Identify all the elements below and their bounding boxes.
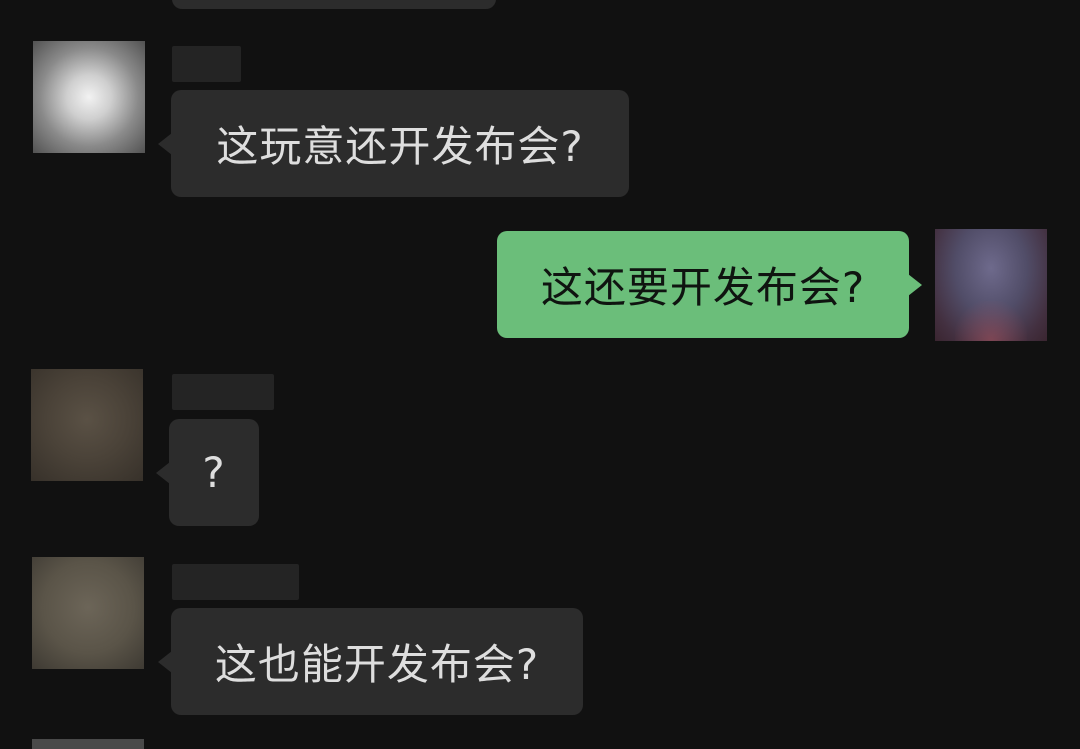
message-bubble-incoming[interactable]: ? xyxy=(156,419,259,526)
message-bubble-incoming[interactable]: 这玩意还开发布会? xyxy=(158,90,629,197)
message-text: 这也能开发布会? xyxy=(214,640,540,689)
avatar-self[interactable] xyxy=(935,229,1047,341)
message-text: ? xyxy=(202,448,226,497)
sender-name-redacted xyxy=(172,374,274,410)
message-bubble-incoming[interactable]: 这也能开发布会? xyxy=(158,608,583,715)
message-bubble-outgoing[interactable]: 这还要开发布会? xyxy=(497,231,922,338)
sender-name-redacted xyxy=(172,46,241,82)
avatar[interactable] xyxy=(31,369,143,481)
sender-name-redacted xyxy=(172,564,299,600)
avatar[interactable] xyxy=(32,557,144,669)
avatar[interactable] xyxy=(33,41,145,153)
message-text: 这还要开发布会? xyxy=(540,263,866,312)
chat-thread: 这玩意还开发布会? 这还要开发布会? ? 这也能开发布会? xyxy=(0,0,1080,749)
avatar-partial[interactable] xyxy=(32,739,144,749)
message-bubble-partial[interactable] xyxy=(172,0,496,9)
message-text: 这玩意还开发布会? xyxy=(216,122,584,171)
